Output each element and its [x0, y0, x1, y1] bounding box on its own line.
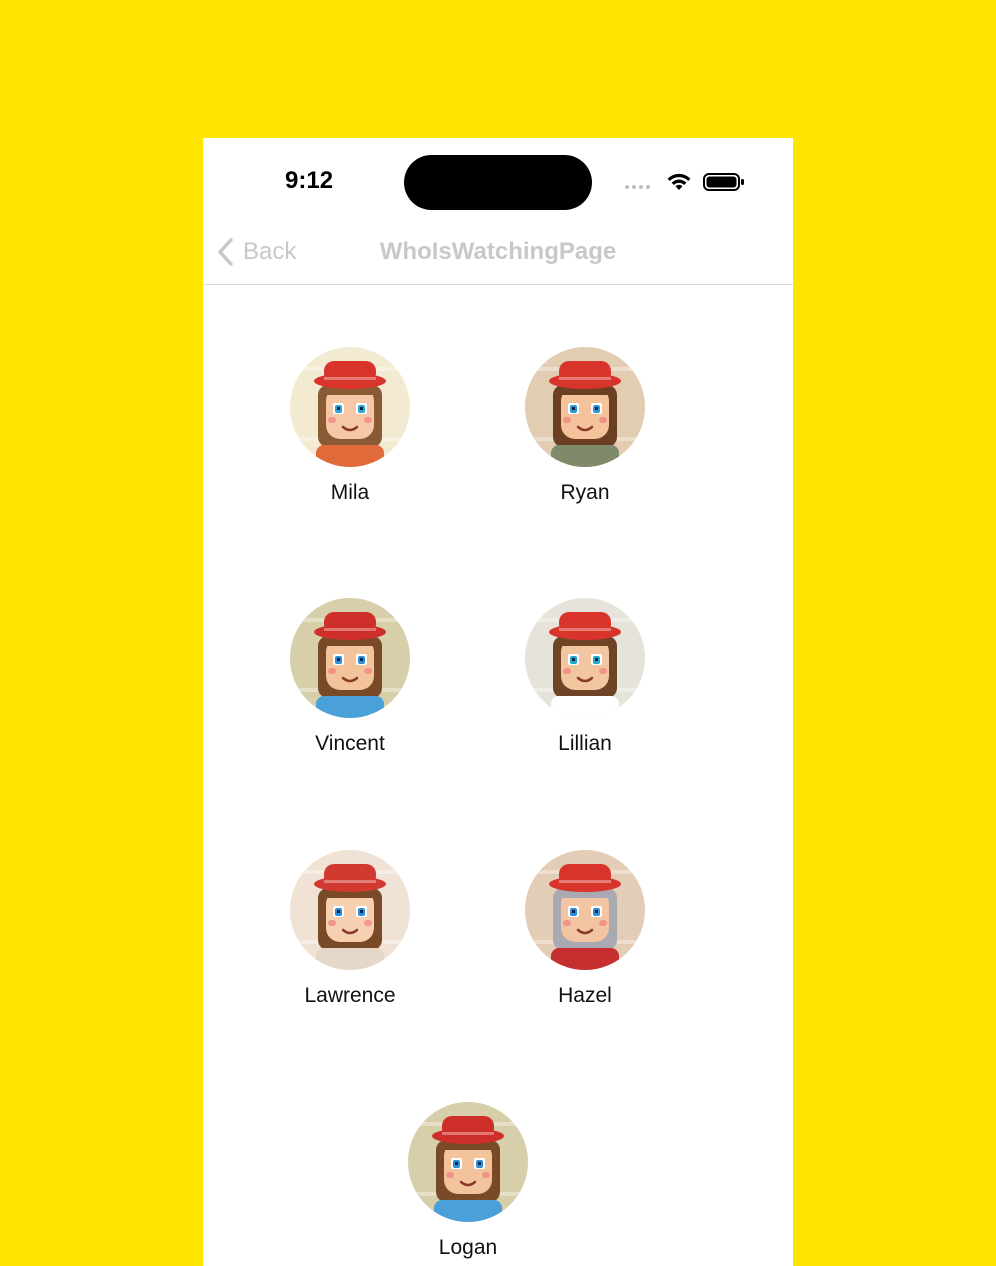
pixel-portrait-icon: [290, 347, 410, 467]
profile-name: Logan: [438, 1236, 498, 1259]
pixel-portrait-icon: [290, 598, 410, 718]
avatar[interactable]: [408, 1102, 528, 1222]
profile-lawrence[interactable]: Lawrence: [260, 850, 440, 1008]
pixel-portrait-icon: [290, 850, 410, 970]
profile-name: Vincent: [315, 732, 385, 755]
wifi-icon: [667, 173, 691, 190]
battery-icon: [703, 173, 744, 191]
profile-name: Ryan: [560, 481, 610, 504]
pixel-portrait-icon: [525, 598, 645, 718]
page-title: WhoIsWatchingPage: [379, 238, 617, 265]
pixel-portrait-icon: [408, 1102, 528, 1222]
profile-lillian[interactable]: Lillian: [495, 598, 675, 756]
profile-name: Lillian: [558, 732, 612, 755]
avatar[interactable]: [290, 850, 410, 970]
profile-vincent[interactable]: Vincent: [260, 598, 440, 756]
pixel-portrait-icon: [525, 347, 645, 467]
pixel-portrait-icon: [525, 850, 645, 970]
status-time: 9:12: [285, 167, 334, 194]
profile-logan[interactable]: Logan: [378, 1102, 558, 1260]
dynamic-island: [404, 155, 592, 210]
avatar[interactable]: [525, 598, 645, 718]
avatar[interactable]: [525, 347, 645, 467]
profile-ryan[interactable]: Ryan: [495, 347, 675, 505]
profile-name: Hazel: [558, 984, 612, 1007]
status-bar: 9:12: [203, 138, 793, 218]
profile-name: Lawrence: [304, 984, 396, 1007]
navigation-bar: Back WhoIsWatchingPage: [203, 218, 793, 285]
profile-mila[interactable]: Mila: [260, 347, 440, 505]
profile-name: Mila: [330, 481, 370, 504]
phone-screen: 9:12 Back WhoIsWatchingPage Mila Ryan Vi…: [203, 138, 793, 1266]
profile-hazel[interactable]: Hazel: [495, 850, 675, 1008]
cellular-signal-icon: [625, 185, 650, 189]
avatar[interactable]: [525, 850, 645, 970]
avatar[interactable]: [290, 347, 410, 467]
avatar[interactable]: [290, 598, 410, 718]
